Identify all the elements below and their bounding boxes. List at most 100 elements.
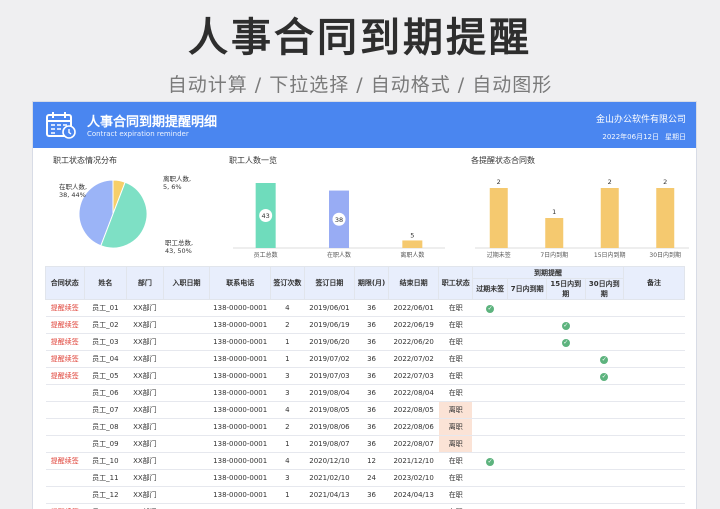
reminder-bar-chart: 2 过期未签 1 7日内到期 2 15日内到期 2 30日内到期 [475,178,689,259]
cell-sign-date: 2019/07/03 [304,367,355,385]
cell-reminder-3 [585,401,624,419]
cell-notes [623,486,685,504]
cell-reminder-2 [546,503,585,509]
cell-dept: XX部门 [126,435,164,453]
cell-sign-times: 3 [270,503,305,509]
cell-notes [623,384,685,402]
cell-reminder-2 [546,469,585,487]
table-row: 员工_11 XX部门 138-0000-0001 3 2021/02/10 24 2023/… [45,469,685,487]
cell-join-date [163,316,210,334]
cell-phone: 138-0000-0001 [209,452,271,470]
cell-reminder-3 [585,486,624,504]
cell-term: 12 [354,503,389,509]
cell-reminder-1 [507,435,547,453]
cell-notes [623,503,685,509]
check-icon: ✓ [600,372,609,381]
cell-end-date: 2022/08/05 [388,401,439,419]
cell-reminder-1 [507,486,547,504]
cell-emp-status: 在职 [438,384,473,402]
cell-dept: XX部门 [126,418,164,436]
header-bar: 人事合同到期提醒明细 Contract expiration reminder … [33,102,696,148]
cell-reminder-2: ✓ [546,316,585,334]
cell-join-date [163,486,210,504]
header-date-line: 2022年06月12日 星期日 [596,132,686,142]
cell-phone: 138-0000-0001 [209,367,271,385]
cell-reminder-1 [507,316,547,334]
th-sign-date: 签订日期 [303,266,356,300]
cell-end-date: 2022/08/06 [388,418,439,436]
cell-end-date: 2022/08/07 [388,435,439,453]
table-row: 提醒续签 员工_02 XX部门 138-0000-0001 2 2019/06/19 36 2… [45,316,685,334]
cell-end-date: 2022/06/20 [388,333,439,351]
cell-notes [623,401,685,419]
cell-reminder-3: ✓ [585,367,624,385]
cell-sign-date: 2021/02/10 [304,469,355,487]
cell-notes [623,299,685,317]
headcount-category-label: 在职人数 [327,251,351,259]
cell-contract-status: 提醒续签 [45,333,85,351]
cell-join-date [163,418,210,436]
cell-emp-status: 在职 [438,316,473,334]
table-row: 员工_08 XX部门 138-0000-0001 2 2019/08/06 36 2022/… [45,418,685,436]
pie-chart: 在职人数, 38, 44% 离职人数, 5, 6% 职工总数, 43, 50% [59,174,193,255]
cell-phone: 138-0000-0001 [209,316,271,334]
cell-term: 36 [354,418,389,436]
cell-reminder-1 [507,503,547,509]
cell-reminder-0 [472,435,508,453]
reminder-bar [656,188,675,248]
table-body: 提醒续签 员工_01 XX部门 138-0000-0001 4 2019/06/01 36 2… [45,299,685,509]
cell-dept: XX部门 [126,452,164,470]
cell-sign-date: 2019/08/05 [304,401,355,419]
cell-reminder-1 [507,350,547,368]
cell-reminder-2 [546,486,585,504]
cell-reminder-0 [472,486,508,504]
cell-reminder-1 [507,469,547,487]
cell-emp-status: 在职 [438,350,473,368]
cell-reminder-1 [507,401,547,419]
cell-end-date: 2022/08/04 [388,384,439,402]
cell-notes [623,316,685,334]
cell-sign-times: 4 [270,452,305,470]
cell-reminder-1 [507,384,547,402]
cell-phone: 138-0000-0001 [209,418,271,436]
table-row: 提醒续签员工_13XX部门 138-0000-000132021/06/14122… [45,503,685,509]
cell-sign-times: 1 [270,350,305,368]
cell-sign-times: 3 [270,469,305,487]
table-row: 员工_12 XX部门 138-0000-0001 1 2021/04/13 36 2024/… [45,486,685,504]
cell-dept: XX部门 [126,333,164,351]
cell-contract-status: 提醒续签 [45,367,85,385]
cell-name: 员工_09 [84,435,127,453]
cell-notes [623,452,685,470]
cell-sign-date: 2019/06/20 [304,333,355,351]
reminder-value-label: 2 [608,178,612,186]
reminder-value-label: 1 [552,208,556,216]
cell-sign-date: 2019/08/04 [304,384,355,402]
cell-reminder-0 [472,503,508,509]
cell-end-date: 2022/07/02 [388,350,439,368]
reminder-value-label: 2 [663,178,667,186]
contract-table: 合同状态 姓名 部门 入职日期 联系电话 签订次数 签订日期 期限(月) 结束日… [45,266,685,509]
check-icon: ✓ [600,355,609,364]
cell-name: 员工_10 [84,452,127,470]
header-title: 人事合同到期提醒明细 [87,115,218,130]
check-icon: ✓ [486,457,495,466]
pie-value-left: 5, 6% [163,183,182,191]
cell-reminder-3: ✓ [585,350,624,368]
cell-sign-date: 2021/06/14 [304,503,355,509]
cell-sign-times: 4 [270,401,305,419]
cell-notes [623,367,685,385]
header-date: 2022年06月12日 [602,133,659,141]
th-end-date: 结束日期 [387,266,440,300]
cell-reminder-0 [472,401,508,419]
cell-end-date: 2021/12/10 [388,452,439,470]
cell-term: 12 [354,452,389,470]
pie-label-in: 在职人数, [59,182,87,191]
reminder-bar [600,188,619,248]
cell-join-date [163,299,210,317]
th-contract-status: 合同状态 [45,266,85,300]
cell-contract-status [45,469,85,487]
cell-phone: 138-0000-0001 [209,401,271,419]
th-join-date: 入职日期 [162,266,211,300]
table-row: 提醒续签 员工_03 XX部门 138-0000-0001 1 2019/06/20 36 2… [45,333,685,351]
cell-emp-status: 离职 [438,418,473,436]
